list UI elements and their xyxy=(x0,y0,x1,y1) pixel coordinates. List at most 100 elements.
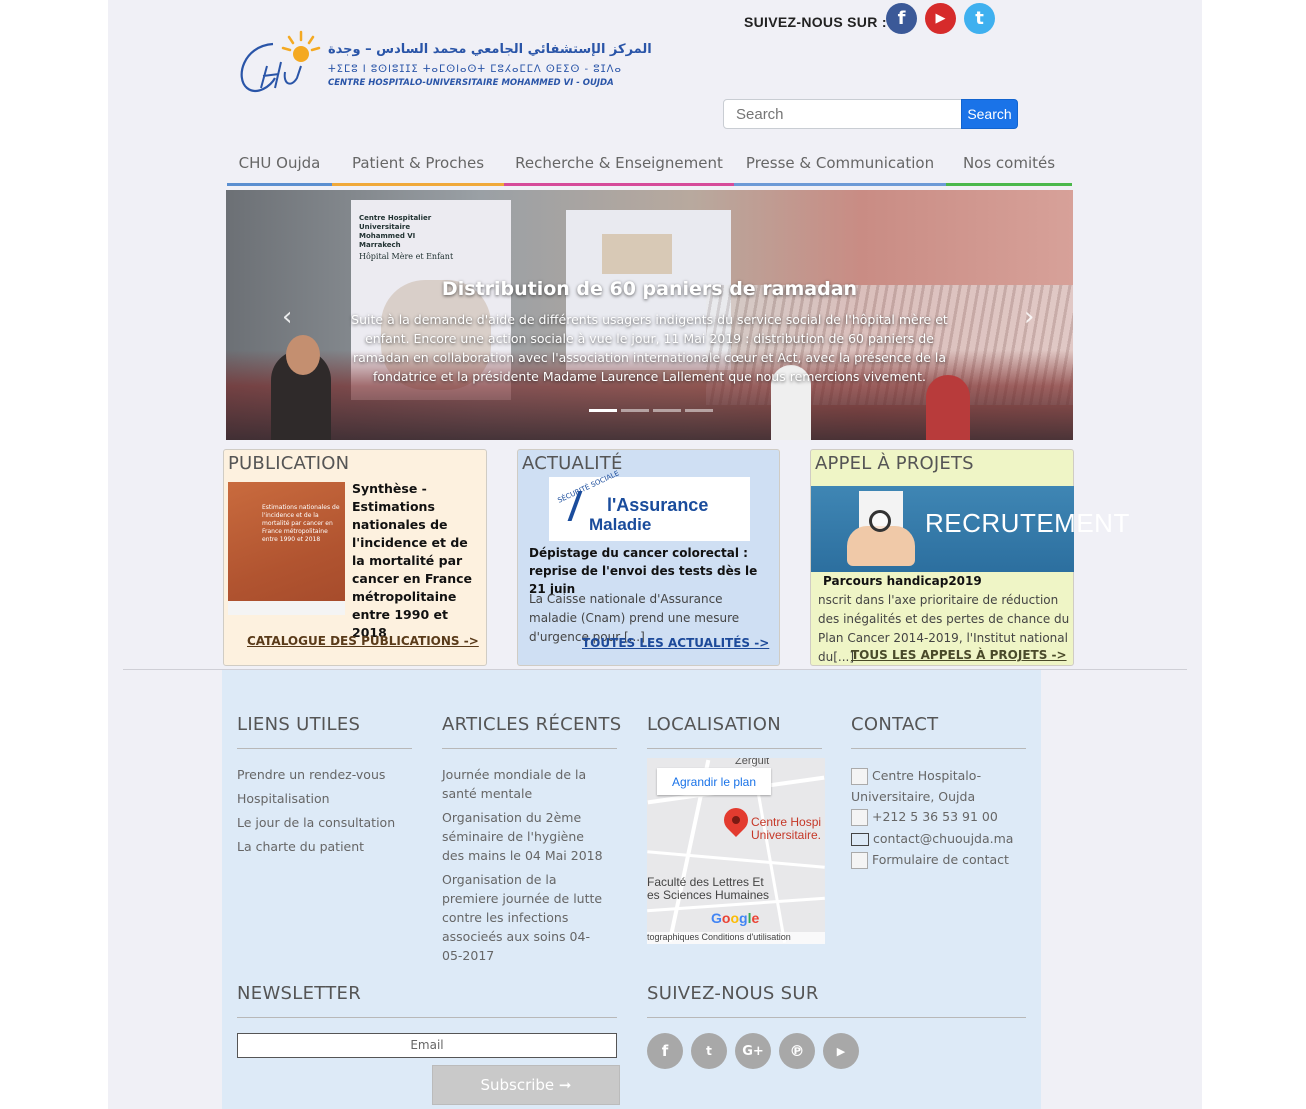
phone-icon xyxy=(851,809,868,826)
newsletter-heading: NEWSLETTER xyxy=(237,983,362,1004)
slider-indicators xyxy=(589,409,713,412)
logo-french-text: CENTRE HOSPITALO-UNIVERSITAIRE MOHAMMED … xyxy=(328,78,614,88)
article-link[interactable]: Organisation du 2ème séminaire de l'hygi… xyxy=(442,808,607,865)
slider-prev-icon[interactable]: ‹ xyxy=(282,302,292,332)
appel-projets-heading: APPEL À PROJETS xyxy=(815,453,974,474)
nav-item-label: Patient & Proches xyxy=(351,154,485,172)
nav-underline xyxy=(227,183,332,186)
nav-item-label: Presse & Communication xyxy=(745,154,935,172)
map-terms[interactable]: tographiques Conditions d'utilisation xyxy=(647,932,825,944)
footer-link-charte[interactable]: La charte du patient xyxy=(237,837,364,856)
banner-hand xyxy=(847,526,915,566)
heading-rule xyxy=(647,1017,1026,1018)
board-subtitle: Hôpital Mère et Enfant xyxy=(359,252,454,261)
follow-us-heading: SUIVEZ-NOUS SUR xyxy=(647,983,819,1004)
publication-cover-title: Estimations nationales de l'incidence et… xyxy=(262,504,340,543)
slide-title: Distribution de 60 paniers de ramadan xyxy=(441,278,858,300)
all-news-link[interactable]: TOUTES LES ACTUALITÉS -> xyxy=(582,636,769,650)
footer-link-rendez-vous[interactable]: Prendre un rendez-vous xyxy=(237,765,385,784)
appel-title[interactable]: Parcours handicap2019 xyxy=(823,574,982,588)
nav-item-recherche-enseignement[interactable]: Recherche & Enseignement xyxy=(504,148,734,186)
actualite-heading: ACTUALITÉ xyxy=(522,453,623,474)
chu-logo[interactable]: المركز الإستشفائي الجامعي محمد السادس – … xyxy=(233,28,651,98)
youtube-icon[interactable]: ▶ xyxy=(925,3,956,34)
slider-dot[interactable] xyxy=(621,409,649,412)
nav-underline xyxy=(504,183,734,186)
nav-underline xyxy=(332,183,504,186)
search-button[interactable]: Search xyxy=(961,99,1018,129)
slider-next-icon[interactable]: › xyxy=(1024,302,1034,332)
footer-link-hospitalisation[interactable]: Hospitalisation xyxy=(237,789,330,808)
location-map[interactable]: Zerguit Agrandir le plan Centre Hospi Un… xyxy=(647,758,825,944)
nav-item-label: Nos comités xyxy=(962,154,1056,172)
publication-cover-image[interactable]: Estimations nationales de l'incidence et… xyxy=(228,482,345,615)
chu-logo-mark-icon xyxy=(240,30,321,93)
contact-form[interactable]: Formulaire de contact xyxy=(851,849,1009,870)
heading-rule xyxy=(851,748,1026,749)
location-icon xyxy=(851,768,868,785)
all-calls-link[interactable]: TOUS LES APPELS À PROJETS -> xyxy=(851,648,1067,662)
google-logo: Google xyxy=(711,910,760,926)
nav-item-chu-oujda[interactable]: CHU Oujda xyxy=(227,148,332,186)
twitter-icon[interactable]: t xyxy=(964,3,995,34)
follow-us-label: SUIVEZ-NOUS SUR : xyxy=(744,14,887,30)
slide-face xyxy=(286,335,320,375)
nav-item-label: CHU Oujda xyxy=(238,154,321,172)
nav-item-patient-proches[interactable]: Patient & Proches xyxy=(332,148,504,186)
map-label-zerguit: Zerguit xyxy=(735,758,770,767)
article-link[interactable]: Organisation de la premiere journée de l… xyxy=(442,870,607,965)
news-slider[interactable]: Centre Hospitalier Universitaire Mohamme… xyxy=(226,190,1073,440)
nav-item-nos-comites[interactable]: Nos comités xyxy=(946,148,1072,186)
footer-link-consultation[interactable]: Le jour de la consultation xyxy=(237,813,395,832)
heading-rule xyxy=(237,1017,617,1018)
twitter-icon[interactable]: t xyxy=(691,1033,727,1069)
slider-dot[interactable] xyxy=(589,409,617,412)
publication-heading: PUBLICATION xyxy=(228,453,350,474)
magnifier-icon xyxy=(869,510,891,532)
heading-rule xyxy=(647,748,822,749)
publication-title[interactable]: Synthèse - Estimations nationales de l'i… xyxy=(352,480,476,642)
pinterest-icon[interactable]: ℗ xyxy=(779,1033,815,1069)
subscribe-button[interactable]: Subscribe ➞ xyxy=(432,1065,620,1105)
article-link[interactable]: Journée mondiale de la santé mentale xyxy=(442,765,607,803)
heading-rule xyxy=(442,748,617,749)
contact-phone-text: +212 5 36 53 91 00 xyxy=(872,809,998,824)
contact-form-text[interactable]: Formulaire de contact xyxy=(872,852,1009,867)
actualite-card: ACTUALITÉ SÉCURITÉ SOCIALE l'Assurance M… xyxy=(517,449,780,666)
contact-email-text[interactable]: contact@chuoujda.ma xyxy=(873,831,1013,846)
map-pin-icon[interactable] xyxy=(719,803,753,837)
facebook-icon[interactable]: f xyxy=(886,3,917,34)
main-nav: CHU Oujda Patient & Proches Recherche & … xyxy=(227,148,1072,186)
youtube-icon[interactable]: ▶ xyxy=(823,1033,859,1069)
contact-address: Centre Hospitalo-Universitaire, Oujda xyxy=(851,765,1011,807)
recruitment-banner-image[interactable]: RECRUTEMENT xyxy=(811,486,1129,572)
contact-phone: +212 5 36 53 91 00 xyxy=(851,806,998,827)
enlarge-map-button[interactable]: Agrandir le plan xyxy=(657,768,771,795)
contact-heading: CONTACT xyxy=(851,714,939,735)
publication-cover-footer xyxy=(228,601,345,615)
heading-rule xyxy=(237,748,412,749)
publications-catalogue-link[interactable]: CATALOGUE DES PUBLICATIONS -> xyxy=(247,634,479,648)
logo-line-2: Maladie xyxy=(589,515,652,534)
facebook-icon[interactable]: f xyxy=(647,1033,683,1069)
appel-projets-card: APPEL À PROJETS RECRUTEMENT Parcours han… xyxy=(810,449,1129,666)
nav-item-presse-communication[interactable]: Presse & Communication xyxy=(734,148,946,186)
map-road xyxy=(647,850,825,869)
contact-email[interactable]: contact@chuoujda.ma xyxy=(851,828,1013,849)
search-input[interactable] xyxy=(723,99,963,129)
slider-dot[interactable] xyxy=(653,409,681,412)
google-plus-icon[interactable]: G+ xyxy=(735,1033,771,1069)
slider-dot[interactable] xyxy=(685,409,713,412)
banner-word: RECRUTEMENT xyxy=(925,508,1130,538)
assurance-maladie-logo[interactable]: SÉCURITÉ SOCIALE l'Assurance Maladie xyxy=(549,469,750,541)
nav-underline xyxy=(946,183,1072,186)
board-title: Centre Hospitalier Universitaire Mohamme… xyxy=(359,214,432,249)
liens-utiles-heading: LIENS UTILES xyxy=(237,714,361,735)
mail-icon xyxy=(851,833,869,846)
logo-tifinagh-text: ⵜⵉⵎⵓ ⵏ ⵓⵙⵏⵓⵊⵊⵉ ⵜⴰⵎⵙⵏⴰⵙⵜ ⵎⵓⵃⴰⵎⵎⴷ ⵙⴹⵉⵙ - ⵓ… xyxy=(328,64,622,75)
banner-emblem xyxy=(602,234,672,274)
newsletter-email-input[interactable]: Email xyxy=(237,1033,617,1058)
articles-recents-heading: ARTICLES RÉCENTS xyxy=(442,714,622,735)
map-label-faculte: Faculté des Lettres Et es Sciences Humai… xyxy=(647,875,770,902)
nav-underline xyxy=(734,183,946,186)
